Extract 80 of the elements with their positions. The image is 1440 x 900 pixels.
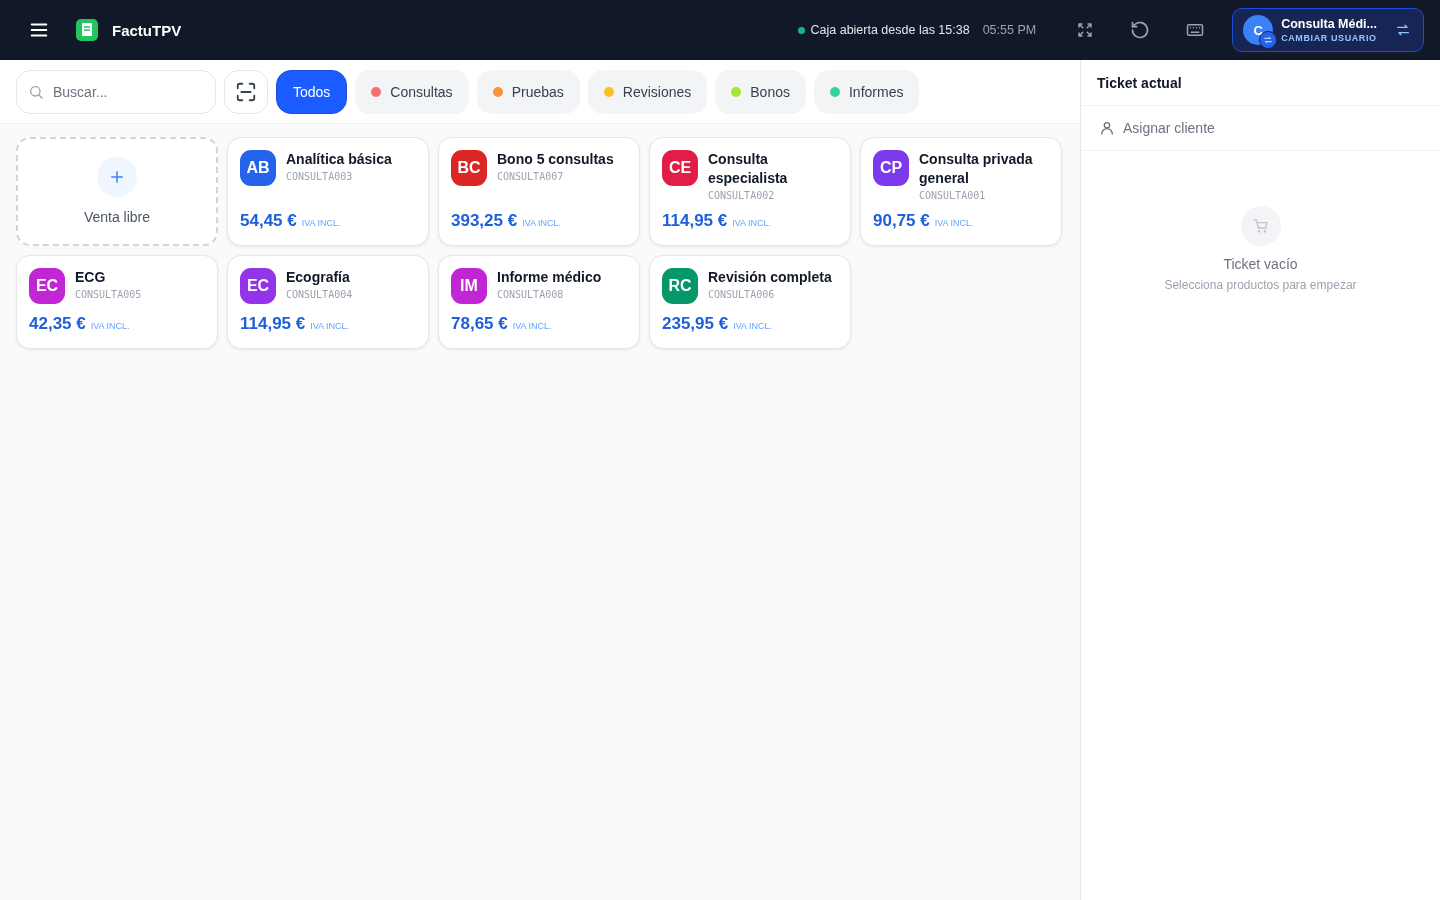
- product-card[interactable]: IM Informe médico CONSULTA008 78,65 € IVA INCL.: [438, 255, 640, 349]
- product-code: CONSULTA008: [497, 289, 565, 300]
- search-icon: [28, 83, 44, 100]
- product-card[interactable]: RC Revisión completa CONSULTA006 235,95 € IVA INCL.: [649, 255, 851, 349]
- category-tab[interactable]: Pruebas: [476, 69, 580, 114]
- free-sale-label: Venta libre: [83, 208, 151, 225]
- product-initials: BC: [451, 150, 487, 186]
- tax-label: IVA INCL.: [733, 321, 773, 331]
- product-card[interactable]: CE Consulta especialista CONSULTA002 114,95 € IVA INCL.: [649, 137, 851, 246]
- tax-label: IVA INCL.: [310, 321, 350, 331]
- product-initials: IM: [451, 268, 487, 304]
- product-name: Ecografía: [286, 268, 351, 287]
- product-card[interactable]: EC ECG CONSULTA005 42,35 € IVA INCL.: [16, 255, 218, 349]
- category-tab[interactable]: Todos: [276, 69, 348, 114]
- product-price: 114,95 €: [662, 211, 728, 231]
- product-price: 54,45 €: [240, 211, 297, 231]
- product-initials: EC: [29, 268, 65, 304]
- category-tab[interactable]: Consultas: [355, 69, 469, 114]
- product-initials: AB: [240, 150, 276, 186]
- product-initials: CE: [662, 150, 698, 186]
- product-code: CONSULTA001: [919, 190, 987, 201]
- keyboard-icon: [1186, 21, 1205, 39]
- category-tab[interactable]: Informes: [813, 69, 920, 114]
- empty-ticket-hint: Selecciona productos para empezar: [1164, 278, 1357, 292]
- cart-icon: [1252, 218, 1269, 234]
- product-card[interactable]: AB Analítica básica CONSULTA003 54,45 € IVA INCL.: [227, 137, 429, 246]
- keyboard-button[interactable]: [1186, 21, 1205, 39]
- tax-label: IVA INCL.: [934, 218, 974, 228]
- free-sale-card[interactable]: Venta libre: [16, 137, 218, 246]
- switch-user-label: CAMBIAR USUARIO: [1281, 33, 1377, 43]
- user-switch-button[interactable]: C Consulta Médi... CAMBIAR USUARIO: [1232, 8, 1424, 52]
- product-card[interactable]: EC Ecografía CONSULTA004 114,95 € IVA INCL.: [227, 255, 429, 349]
- person-icon: [1099, 120, 1115, 136]
- product-price: 114,95 €: [240, 314, 306, 334]
- product-name: Bono 5 consultas: [497, 150, 614, 169]
- product-card[interactable]: CP Consulta privada general CONSULTA001 90,75 € IVA INCL.: [860, 137, 1062, 246]
- product-code: CONSULTA007: [497, 171, 565, 182]
- app-logo-icon: [76, 19, 98, 41]
- clock-time: 05:55 PM: [982, 23, 1037, 37]
- product-card[interactable]: BC Bono 5 consultas CONSULTA007 393,25 € IVA INCL.: [438, 137, 640, 246]
- product-initials: CP: [873, 150, 909, 186]
- product-initials: EC: [240, 268, 276, 304]
- user-name: Consulta Médi...: [1281, 17, 1377, 31]
- tax-label: IVA INCL.: [732, 218, 772, 228]
- tax-label: IVA INCL.: [512, 321, 552, 331]
- product-price: 42,35 €: [29, 314, 86, 334]
- refresh-button[interactable]: [1130, 20, 1151, 40]
- product-name: Analítica básica: [286, 150, 392, 169]
- product-price: 393,25 €: [451, 211, 518, 231]
- scan-button[interactable]: [224, 69, 268, 114]
- category-tab[interactable]: Revisiones: [587, 69, 708, 114]
- tax-label: IVA INCL.: [90, 321, 130, 331]
- product-price: 78,65 €: [451, 314, 508, 334]
- ticket-title: Ticket actual: [1097, 75, 1182, 90]
- product-code: CONSULTA004: [286, 289, 353, 300]
- product-name: Revisión completa: [708, 268, 832, 287]
- tax-label: IVA INCL.: [301, 218, 341, 228]
- product-price: 90,75 €: [873, 211, 930, 231]
- swap-icon: [1395, 22, 1411, 38]
- tax-label: IVA INCL.: [522, 218, 562, 228]
- product-code: CONSULTA006: [708, 289, 776, 300]
- product-price: 235,95 €: [662, 314, 729, 334]
- expand-icon: [1076, 21, 1095, 39]
- refresh-icon: [1130, 20, 1151, 40]
- empty-ticket-title: Ticket vacío: [1223, 256, 1298, 272]
- product-code: CONSULTA002: [708, 190, 776, 201]
- product-code: CONSULTA003: [286, 171, 354, 182]
- product-initials: RC: [662, 268, 698, 304]
- swap-icon: [1263, 35, 1274, 45]
- product-name: ECG: [75, 268, 107, 287]
- product-code: CONSULTA005: [75, 289, 142, 300]
- product-name: Informe médico: [497, 268, 602, 287]
- app-name: FactuTPV: [112, 21, 182, 39]
- category-tab[interactable]: Bonos: [715, 69, 806, 114]
- scan-icon: [235, 80, 257, 103]
- register-status: Caja abierta desde las 15:38: [810, 23, 970, 37]
- search-field[interactable]: Buscar...: [16, 69, 216, 114]
- product-name: Consulta especialista: [708, 150, 789, 188]
- fullscreen-button[interactable]: [1076, 21, 1095, 39]
- product-name: Consulta privada general: [919, 150, 1034, 188]
